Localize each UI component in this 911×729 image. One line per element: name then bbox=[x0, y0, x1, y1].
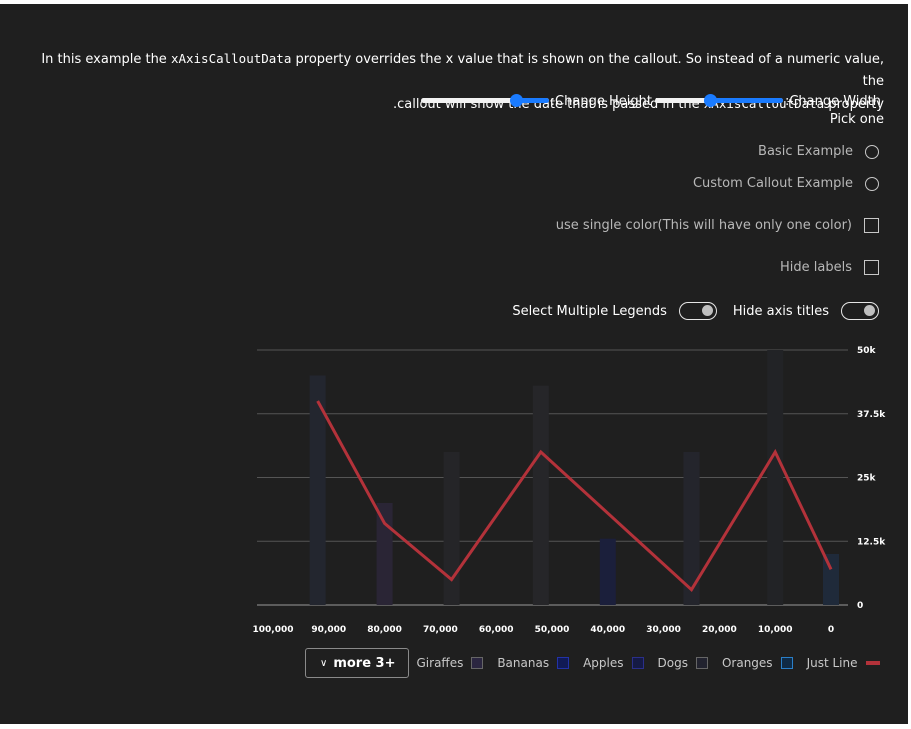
x-tick-label: 20,000 bbox=[702, 625, 737, 635]
chart-bar bbox=[767, 350, 784, 605]
legend-item-just-line[interactable]: Just Line bbox=[807, 656, 880, 670]
chart-bar bbox=[823, 554, 839, 605]
legend-item-label: Apples bbox=[583, 656, 624, 670]
legend-item-label: Just Line bbox=[806, 656, 858, 670]
legend-swatch bbox=[695, 657, 708, 669]
x-tick-label: 10,000 bbox=[758, 625, 793, 635]
legend-item-giraffes[interactable]: Giraffes bbox=[417, 656, 484, 670]
legend-item-bananas[interactable]: Bananas bbox=[497, 656, 570, 670]
chart-bar bbox=[532, 385, 549, 605]
x-tick-label: 40,000 bbox=[590, 625, 625, 635]
legend-item-label: Dogs bbox=[657, 656, 688, 670]
y-tick-label: 12.5k bbox=[857, 537, 886, 547]
chart-svg: 0 12.5k 25k 37.5k 50k 100,000 90,000 80,000 70,… bbox=[253, 346, 887, 635]
chart-bar bbox=[599, 538, 616, 605]
chart-line-series bbox=[316, 400, 833, 593]
chevron-down-icon: ∨ bbox=[320, 657, 328, 669]
x-tick-label: 0 bbox=[828, 625, 834, 635]
x-tick-label: 60,000 bbox=[479, 625, 514, 635]
legend-item-label: Giraffes bbox=[416, 656, 464, 670]
chart-y-ticks: 0 12.5k 25k 37.5k 50k bbox=[857, 346, 886, 611]
legend-item-apples[interactable]: Apples bbox=[583, 656, 644, 670]
legend-more-button[interactable]: ∨ more 3+ bbox=[305, 648, 409, 678]
chart-bar bbox=[443, 452, 460, 605]
y-tick-label: 25k bbox=[857, 474, 877, 484]
chart-legend: ∨ more 3+ Giraffes Bananas Apples Dogs Orang… bbox=[305, 648, 894, 678]
y-tick-label: 0 bbox=[857, 601, 863, 611]
x-tick-label: 50,000 bbox=[535, 625, 570, 635]
chart-x-ticks: 100,000 90,000 80,000 70,000 60,000 50,000 40,… bbox=[253, 625, 835, 635]
x-tick-label: 100,000 bbox=[253, 625, 294, 635]
legend-swatch bbox=[557, 657, 570, 669]
chart-example-panel: In this example the xAxisCalloutData pro… bbox=[0, 4, 908, 724]
legend-swatch bbox=[780, 657, 793, 669]
chart-bar bbox=[376, 503, 393, 605]
legend-swatch bbox=[865, 661, 880, 665]
legend-item-oranges[interactable]: Oranges bbox=[722, 656, 793, 670]
x-tick-label: 30,000 bbox=[646, 625, 681, 635]
legend-swatch bbox=[471, 657, 484, 669]
legend-item-label: Oranges bbox=[721, 656, 773, 670]
legend-swatch bbox=[631, 657, 644, 669]
x-tick-label: 70,000 bbox=[423, 625, 458, 635]
line-series-just-line bbox=[316, 400, 833, 593]
legend-item-label: Bananas bbox=[497, 656, 550, 670]
x-tick-label: 90,000 bbox=[311, 625, 346, 635]
y-tick-label: 50k bbox=[857, 346, 877, 356]
legend-more-label: more 3+ bbox=[333, 655, 396, 671]
legend-item-dogs[interactable]: Dogs bbox=[658, 656, 708, 670]
x-tick-label: 80,000 bbox=[367, 625, 402, 635]
y-tick-label: 37.5k bbox=[857, 410, 886, 420]
